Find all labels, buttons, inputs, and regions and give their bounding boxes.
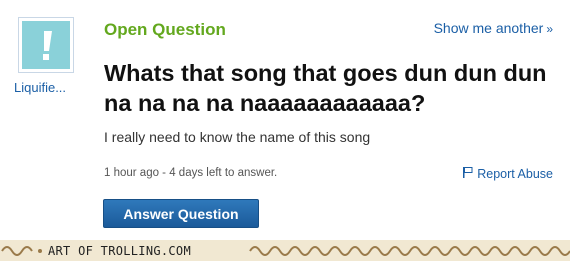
avatar[interactable] <box>18 17 74 73</box>
question-title: Whats that song that goes dun dun dun na… <box>104 60 547 116</box>
watermark-footer: ART OF TROLLING.COM <box>0 240 570 261</box>
answer-question-button[interactable]: Answer Question <box>103 199 259 228</box>
report-abuse-link[interactable]: Report Abuse <box>462 166 553 181</box>
section-label: Open Question <box>104 20 226 39</box>
username-link[interactable]: Liquifie... <box>14 80 66 95</box>
question-details: I really need to know the name of this s… <box>104 129 371 145</box>
report-abuse-label: Report Abuse <box>477 166 553 181</box>
avatar-exclamation-icon <box>22 21 70 69</box>
question-meta: 1 hour ago - 4 days left to answer. <box>104 167 278 179</box>
flag-icon <box>462 166 473 181</box>
show-another-label: Show me another <box>433 20 544 36</box>
watermark-text: ART OF TROLLING.COM <box>48 244 191 258</box>
show-another-link[interactable]: Show me another» <box>434 20 553 36</box>
chevron-right-icon: » <box>546 22 553 36</box>
